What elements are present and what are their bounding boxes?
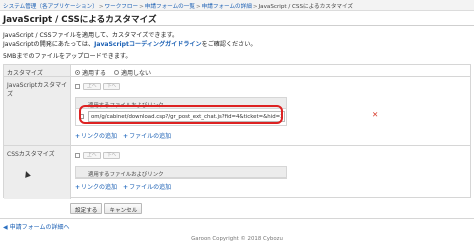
js-customize-label: JavaScriptカスタマイズ: [4, 76, 70, 145]
css-customize-value: 上へ 下へ 適用するファイルおよびリンク +リンクの追加 +ファイルの追加: [70, 145, 470, 199]
js-add-link-button[interactable]: リンクの追加: [81, 133, 117, 140]
css-customize-label: CSSカスタマイズ: [4, 145, 70, 199]
css-add-link-button[interactable]: リンクの追加: [81, 184, 117, 191]
copyright-footer: Garoon Copyright © 2018 Cybozu: [191, 236, 283, 242]
breadcrumb-separator: >: [252, 4, 258, 10]
js-add-file-button[interactable]: ファイルの追加: [129, 133, 171, 140]
plus-icon: +: [75, 184, 81, 191]
breadcrumb-current: JavaScript / CSSによるカスタマイズ: [258, 4, 354, 10]
css-add-links: +リンクの追加 +ファイルの追加: [75, 182, 177, 191]
breadcrumb-item-form-detail[interactable]: 申請フォームの詳細: [202, 4, 252, 10]
breadcrumb-item-form-list[interactable]: 申請フォームの一覧: [145, 4, 195, 10]
coding-guideline-link[interactable]: JavaScriptコーディングガイドライン: [94, 41, 202, 48]
css-move-up-button[interactable]: 上へ: [83, 152, 101, 159]
css-file-table-header: 適用するファイルおよびリンク: [76, 167, 286, 178]
plus-icon: +: [75, 133, 81, 140]
not-apply-radio[interactable]: [113, 70, 119, 75]
plus-icon: +: [123, 184, 129, 191]
customize-value: 適用する 適用しない: [70, 65, 470, 77]
css-add-file-button[interactable]: ファイルの追加: [129, 184, 171, 191]
plus-icon: +: [123, 133, 129, 140]
page-title: JavaScript / CSSによるカスタマイズ: [3, 15, 157, 25]
breadcrumb-item-workflow[interactable]: ワークフロー: [105, 4, 139, 10]
breadcrumb-separator: >: [98, 4, 104, 10]
footer-divider: [0, 218, 474, 219]
cancel-button[interactable]: キャンセル: [104, 203, 143, 214]
settings-table: カスタマイズ 適用する 適用しない JavaScriptカスタマイズ 上へ 下へ …: [3, 64, 471, 199]
description-line-2: JavaScriptの開発にあたっては、JavaScriptコーディングガイドラ…: [3, 39, 256, 48]
description-suffix: をご確認ください。: [201, 41, 257, 48]
breadcrumb-separator: >: [195, 4, 201, 10]
css-file-table: 適用するファイルおよびリンク: [75, 166, 287, 179]
url-highlight-annotation: [79, 105, 283, 124]
js-select-all-checkbox[interactable]: [75, 84, 80, 89]
description-prefix: JavaScriptの開発にあたっては、: [3, 41, 95, 48]
js-move-up-button[interactable]: 上へ: [83, 83, 101, 90]
breadcrumb-item-system-admin[interactable]: システム管理（各アプリケーション）: [3, 4, 98, 10]
back-link[interactable]: ◀ 申請フォームの詳細へ: [3, 222, 69, 231]
js-add-links: +リンクの追加 +ファイルの追加: [75, 131, 177, 140]
form-buttons: 設定する キャンセル: [70, 203, 144, 214]
customize-label: カスタマイズ: [4, 65, 70, 77]
css-order-controls: 上へ 下へ: [75, 152, 122, 159]
breadcrumb: システム管理（各アプリケーション）>ワークフロー>申請フォームの一覧>申請フォー…: [0, 0, 474, 11]
js-move-down-button[interactable]: 下へ: [102, 83, 121, 90]
breadcrumb-separator: >: [139, 4, 144, 10]
css-select-all-checkbox[interactable]: [75, 153, 80, 158]
title-divider: [0, 25, 474, 26]
back-arrow-icon: ◀: [3, 224, 8, 231]
js-order-controls: 上へ 下へ: [75, 83, 122, 90]
css-move-down-button[interactable]: 下へ: [102, 152, 121, 159]
apply-radio[interactable]: [75, 70, 80, 75]
back-link-label[interactable]: 申請フォームの詳細へ: [10, 224, 70, 231]
description-line-3: 5MBまでのファイルをアップロードできます。: [3, 53, 132, 60]
save-button[interactable]: 設定する: [70, 203, 103, 214]
delete-icon[interactable]: ✕: [372, 111, 378, 119]
description-line-1: JavaScript / CSSファイルを適用して、カスタマイズできます。: [3, 32, 179, 39]
